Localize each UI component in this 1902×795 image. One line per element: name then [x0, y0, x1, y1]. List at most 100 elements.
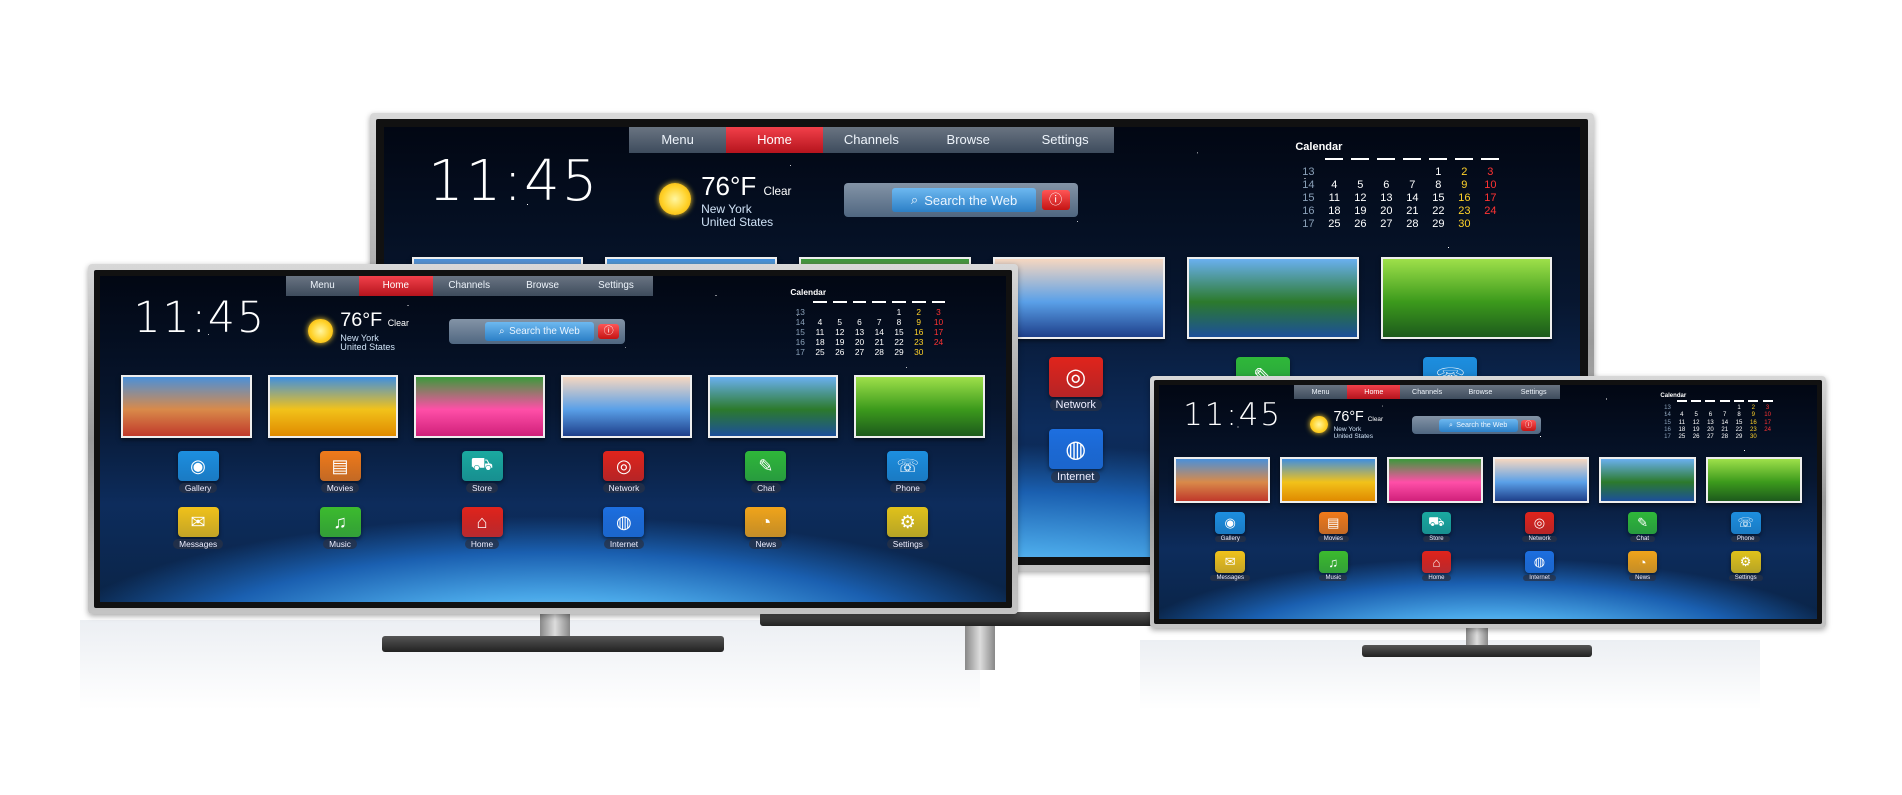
- calendar-day[interactable]: 10: [929, 317, 949, 327]
- info-button[interactable]: ⓘ: [598, 323, 620, 340]
- calendar-day[interactable]: 23: [909, 337, 929, 347]
- calendar-day[interactable]: 24: [929, 337, 949, 347]
- calendar-day[interactable]: 4: [1321, 178, 1347, 191]
- calendar-day[interactable]: 20: [1703, 426, 1717, 433]
- calendar-day[interactable]: [1399, 165, 1425, 178]
- app-movies[interactable]: ▤Movies: [1282, 511, 1385, 542]
- calendar-day[interactable]: 3: [1760, 405, 1774, 412]
- calendar-day[interactable]: [1373, 165, 1399, 178]
- calendar-day[interactable]: 1: [1425, 165, 1451, 178]
- app-messages[interactable]: ✉Messages: [127, 506, 269, 550]
- app-internet[interactable]: ◍ Internet: [1488, 551, 1591, 582]
- dragonfly-photo[interactable]: [1705, 456, 1802, 504]
- calendar-day[interactable]: 1: [889, 307, 909, 317]
- calendar-day[interactable]: 19: [830, 337, 850, 347]
- dragonfly-photo[interactable]: [854, 374, 986, 439]
- mountains-photo[interactable]: [560, 374, 692, 439]
- app-news[interactable]: ◔News: [1591, 551, 1694, 582]
- calendar-day[interactable]: 6: [850, 317, 870, 327]
- city-photo[interactable]: [120, 374, 252, 439]
- app-phone[interactable]: ☏Phone: [1694, 511, 1797, 542]
- calendar-day[interactable]: [1675, 405, 1689, 412]
- calendar-day[interactable]: 20: [1373, 204, 1399, 217]
- calendar-day[interactable]: 7: [1399, 178, 1425, 191]
- calendar-day[interactable]: 15: [889, 327, 909, 337]
- calendar-day[interactable]: [1689, 405, 1703, 412]
- calendar-day[interactable]: 29: [1425, 217, 1451, 230]
- calendar-day[interactable]: [1477, 217, 1503, 230]
- calendar-day[interactable]: 16: [1451, 191, 1477, 204]
- calendar-day[interactable]: 11: [1321, 191, 1347, 204]
- calendar-day[interactable]: 10: [1477, 178, 1503, 191]
- calendar-day[interactable]: 4: [1675, 412, 1689, 419]
- tab-home[interactable]: Home: [726, 127, 823, 153]
- calendar-day[interactable]: 27: [1703, 433, 1717, 440]
- mountains-photo[interactable]: [993, 257, 1165, 339]
- app-messages[interactable]: ✉Messages: [1179, 551, 1282, 582]
- calendar-day[interactable]: 17: [1477, 191, 1503, 204]
- tab-channels[interactable]: Channels: [433, 276, 506, 296]
- calendar-day[interactable]: 22: [1425, 204, 1451, 217]
- calendar-day[interactable]: 7: [1718, 412, 1732, 419]
- app-chat[interactable]: ✎Chat: [695, 450, 837, 494]
- calendar-day[interactable]: 9: [1451, 178, 1477, 191]
- calendar-day[interactable]: 12: [1689, 419, 1703, 426]
- calendar-day[interactable]: 19: [1689, 426, 1703, 433]
- calendar-day[interactable]: 18: [810, 337, 830, 347]
- calendar-day[interactable]: 21: [869, 337, 889, 347]
- app-chat[interactable]: ✎Chat: [1591, 511, 1694, 542]
- calendar-day[interactable]: 28: [1399, 217, 1425, 230]
- tab-channels[interactable]: Channels: [823, 127, 920, 153]
- calendar-day[interactable]: 3: [929, 307, 949, 317]
- calendar-day[interactable]: 20: [850, 337, 870, 347]
- dragonfly-photo[interactable]: [1381, 257, 1553, 339]
- calendar-day[interactable]: 28: [1718, 433, 1732, 440]
- calendar-day[interactable]: 24: [1477, 204, 1503, 217]
- lake-photo[interactable]: [707, 374, 839, 439]
- calendar-day[interactable]: 10: [1760, 412, 1774, 419]
- lake-photo[interactable]: [1599, 456, 1696, 504]
- calendar-day[interactable]: 3: [1477, 165, 1503, 178]
- calendar-day[interactable]: 12: [830, 327, 850, 337]
- app-store[interactable]: ⛟Store: [411, 450, 553, 494]
- calendar-day[interactable]: 26: [1689, 433, 1703, 440]
- calendar-day[interactable]: 2: [909, 307, 929, 317]
- calendar-day[interactable]: 23: [1451, 204, 1477, 217]
- calendar-day[interactable]: 6: [1703, 412, 1717, 419]
- calendar-day[interactable]: 15: [1425, 191, 1451, 204]
- app-gallery[interactable]: ◉Gallery: [1179, 511, 1282, 542]
- app-music[interactable]: ♫Music: [1282, 551, 1385, 582]
- calendar-day[interactable]: 15: [1732, 419, 1746, 426]
- calendar-day[interactable]: 5: [830, 317, 850, 327]
- search-input[interactable]: ⌕ Search the Web: [892, 188, 1036, 212]
- calendar-day[interactable]: 30: [1451, 217, 1477, 230]
- tab-settings[interactable]: Settings: [1017, 127, 1114, 153]
- tab-settings[interactable]: Settings: [1507, 385, 1560, 399]
- calendar-day[interactable]: 23: [1746, 426, 1760, 433]
- calendar-day[interactable]: 5: [1347, 178, 1373, 191]
- search-bar[interactable]: ⌕ Search the Web ⓘ: [448, 318, 626, 345]
- app-store[interactable]: ⛟Store: [1385, 511, 1488, 542]
- calendar-day[interactable]: 9: [1746, 412, 1760, 419]
- tulips-photo[interactable]: [1386, 456, 1483, 504]
- sunflowers-photo[interactable]: [267, 374, 399, 439]
- calendar-day[interactable]: 14: [1718, 419, 1732, 426]
- app-network[interactable]: ◎ Network: [1488, 511, 1591, 542]
- calendar-day[interactable]: 18: [1321, 204, 1347, 217]
- calendar-day[interactable]: 30: [1746, 433, 1760, 440]
- calendar-day[interactable]: 16: [909, 327, 929, 337]
- calendar-day[interactable]: 17: [929, 327, 949, 337]
- search-bar[interactable]: ⌕ Search the Web ⓘ: [844, 183, 1078, 217]
- calendar-day[interactable]: 13: [850, 327, 870, 337]
- calendar-day[interactable]: 28: [869, 347, 889, 357]
- calendar-day[interactable]: 26: [830, 347, 850, 357]
- calendar-day[interactable]: 16: [1746, 419, 1760, 426]
- calendar-day[interactable]: 9: [909, 317, 929, 327]
- app-settings[interactable]: ⚙Settings: [1694, 551, 1797, 582]
- calendar-day[interactable]: 8: [889, 317, 909, 327]
- calendar-day[interactable]: [1760, 433, 1774, 440]
- calendar-day[interactable]: [850, 307, 870, 317]
- info-button[interactable]: ⓘ: [1520, 419, 1537, 431]
- calendar-day[interactable]: 22: [1732, 426, 1746, 433]
- info-button[interactable]: ⓘ: [1041, 190, 1070, 210]
